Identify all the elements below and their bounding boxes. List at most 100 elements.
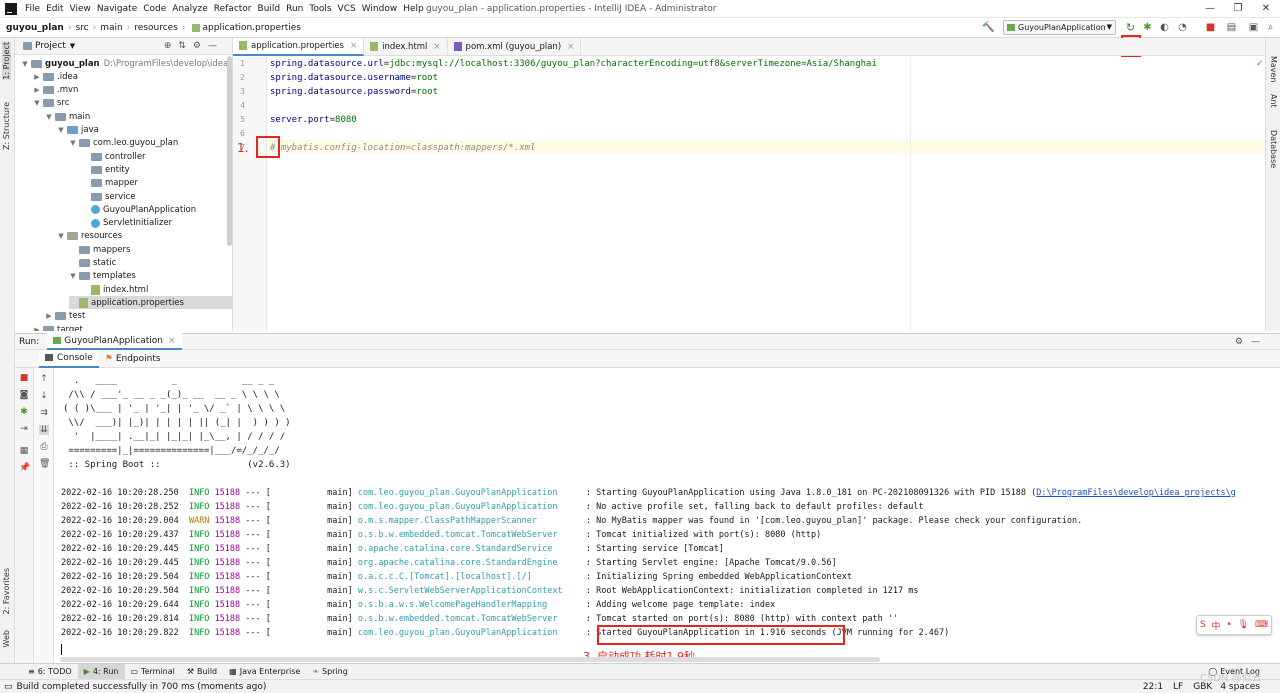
tree-node[interactable]: ▶ test	[45, 310, 85, 323]
tab-endpoints[interactable]: ⚑ Endpoints	[99, 350, 167, 368]
chevron-down-icon[interactable]: ▼	[69, 272, 77, 280]
tree-node[interactable]: ▼ templates	[69, 270, 136, 283]
tree-node[interactable]: ▶ target	[33, 323, 83, 331]
tree-node[interactable]: mapper	[81, 177, 138, 190]
chevron-right-icon[interactable]: ▶	[33, 86, 41, 94]
menu-item-navigate[interactable]: Navigate	[97, 4, 137, 14]
screenshot-icon[interactable]: ◙	[19, 390, 29, 400]
tool-tab-java-enterprise[interactable]: ▦ Java Enterprise	[223, 664, 306, 680]
hide-icon[interactable]: —	[1251, 337, 1268, 347]
coverage-icon[interactable]: ◐	[1159, 22, 1170, 33]
menu-item-tools[interactable]: Tools	[309, 4, 331, 14]
close-icon[interactable]: ×	[433, 42, 440, 52]
breadcrumb-main[interactable]: main	[100, 23, 123, 33]
tool-tab-structure[interactable]: Z: Structure	[2, 102, 11, 150]
debug-icon[interactable]: ✱	[1142, 22, 1153, 33]
menu-item-code[interactable]: Code	[143, 4, 166, 14]
stop-icon[interactable]: ■	[19, 373, 29, 383]
tree-node[interactable]: ▼ java	[57, 124, 99, 137]
project-panel-title[interactable]: Project	[35, 41, 66, 51]
menu-item-file[interactable]: File	[25, 4, 40, 14]
arrow-up-icon[interactable]: ↑	[39, 374, 49, 384]
trash-icon[interactable]: 🗑	[39, 459, 50, 469]
tool-tab-web[interactable]: Web	[2, 630, 11, 647]
chevron-down-icon[interactable]: ▼	[69, 139, 77, 147]
minimize-icon[interactable]: —	[1196, 0, 1224, 18]
gear-icon[interactable]: ⚙	[1235, 337, 1251, 347]
tree-node[interactable]: ▼ main	[45, 110, 90, 123]
close-icon[interactable]: ×	[350, 41, 357, 51]
chevron-down-icon[interactable]: ▼	[33, 99, 41, 107]
caret-position[interactable]: 22:1	[1143, 682, 1163, 692]
layout-icon[interactable]: ▣	[1248, 22, 1259, 33]
tool-tab-spring[interactable]: ❧ Spring	[306, 664, 354, 680]
profile-icon[interactable]: ◔	[1177, 22, 1188, 33]
tree-node[interactable]: static	[69, 257, 116, 270]
console-output[interactable]: . ____ _ __ _ _ /\\ / ___'_ __ _ _(_)_ _…	[55, 368, 1265, 663]
breadcrumb-src[interactable]: src	[75, 23, 88, 33]
chevron-right-icon[interactable]: ▶	[33, 73, 41, 81]
tree-node[interactable]: ▼ resources	[57, 230, 122, 243]
pin-icon[interactable]: 📌	[19, 463, 30, 473]
debug-icon[interactable]: ✱	[19, 407, 29, 417]
close-icon[interactable]: ×	[168, 336, 176, 346]
run-configuration-select[interactable]: GuyouPlanApplication ▼	[1003, 20, 1116, 35]
tree-node[interactable]: controller	[81, 150, 146, 163]
chevron-right-icon[interactable]: ▶	[33, 326, 41, 332]
locate-icon[interactable]: ⊕	[164, 41, 179, 51]
tool-tab-maven[interactable]: Maven	[1269, 56, 1278, 83]
collapse-icon[interactable]: ⇅	[178, 41, 193, 51]
menu-item-run[interactable]: Run	[286, 4, 303, 14]
tree-node[interactable]: ▼ src	[33, 97, 69, 110]
tab-console[interactable]: Console	[39, 349, 99, 368]
status-message[interactable]: Build completed successfully in 700 ms (…	[17, 682, 267, 692]
tool-tab-favorites[interactable]: 2: Favorites	[2, 568, 11, 614]
tool-tab-run[interactable]: ▶ 4: Run	[77, 663, 125, 680]
tool-tab-build[interactable]: ⚒ Build	[181, 664, 223, 680]
project-scrollbar[interactable]	[227, 56, 232, 246]
close-icon[interactable]: ×	[567, 42, 574, 52]
tree-node[interactable]: entity	[81, 163, 130, 176]
run-tab-guyou[interactable]: GuyouPlanApplication ×	[47, 333, 182, 350]
chevron-down-icon[interactable]: ▼	[57, 126, 65, 134]
layout-icon[interactable]: ▦	[19, 446, 29, 456]
arrow-down-icon[interactable]: ↓	[39, 391, 49, 401]
close-icon[interactable]: ✕	[1252, 0, 1280, 18]
chevron-down-icon[interactable]: ▼	[70, 42, 75, 50]
tool-tab-project[interactable]: 1: Project	[2, 42, 11, 80]
exit-icon[interactable]: ⇥	[19, 424, 29, 434]
chevron-down-icon[interactable]: ▼	[21, 60, 29, 68]
project-structure-icon[interactable]: ▤	[1226, 22, 1237, 33]
rerun-icon[interactable]: ↻	[1125, 22, 1136, 33]
tool-tab-todo[interactable]: ≡ 6: TODO	[22, 664, 78, 680]
soft-wrap-icon[interactable]: ⇉	[39, 408, 49, 418]
hide-icon[interactable]: —	[208, 41, 224, 51]
code-line[interactable]: spring.datasource.username=root	[270, 73, 438, 83]
code-editor[interactable]: spring.datasource.url=jdbc:mysql://local…	[268, 57, 1265, 331]
breadcrumb-resources[interactable]: resources	[134, 23, 178, 33]
search-everywhere-icon[interactable]: ⌕	[1265, 22, 1276, 33]
tree-node[interactable]: GuyouPlanApplication	[81, 203, 196, 216]
gear-icon[interactable]: ⚙	[193, 41, 208, 51]
editor-tab[interactable]: pom.xml (guyou_plan) ×	[448, 37, 582, 56]
menu-item-analyze[interactable]: Analyze	[172, 4, 207, 14]
print-icon[interactable]: ⎙	[39, 442, 49, 452]
tree-node[interactable]: mappers	[69, 243, 130, 256]
menu-item-edit[interactable]: Edit	[46, 4, 63, 14]
menu-item-help[interactable]: Help	[403, 4, 424, 14]
stop-icon[interactable]: ■	[1205, 22, 1216, 33]
tool-tab-terminal[interactable]: ▭ Terminal	[125, 664, 181, 680]
build-hammer-icon[interactable]: 🔨	[982, 22, 994, 33]
menu-item-refactor[interactable]: Refactor	[214, 4, 252, 14]
tree-node[interactable]: ▶ .idea	[33, 70, 78, 83]
tree-node[interactable]: ▶ .mvn	[33, 84, 78, 97]
tool-tab-ant[interactable]: Ant	[1269, 94, 1278, 108]
code-line[interactable]: server.port=8080	[270, 115, 357, 125]
breadcrumb-project[interactable]: guyou_plan	[6, 23, 64, 33]
menu-item-view[interactable]: View	[70, 4, 91, 14]
editor-tab[interactable]: application.properties ×	[233, 37, 365, 56]
breadcrumb-file[interactable]: application.properties	[203, 23, 301, 33]
menu-item-build[interactable]: Build	[258, 4, 281, 14]
line-separator[interactable]: LF	[1173, 682, 1183, 692]
tree-node[interactable]: ▼ com.leo.guyou_plan	[69, 137, 178, 150]
